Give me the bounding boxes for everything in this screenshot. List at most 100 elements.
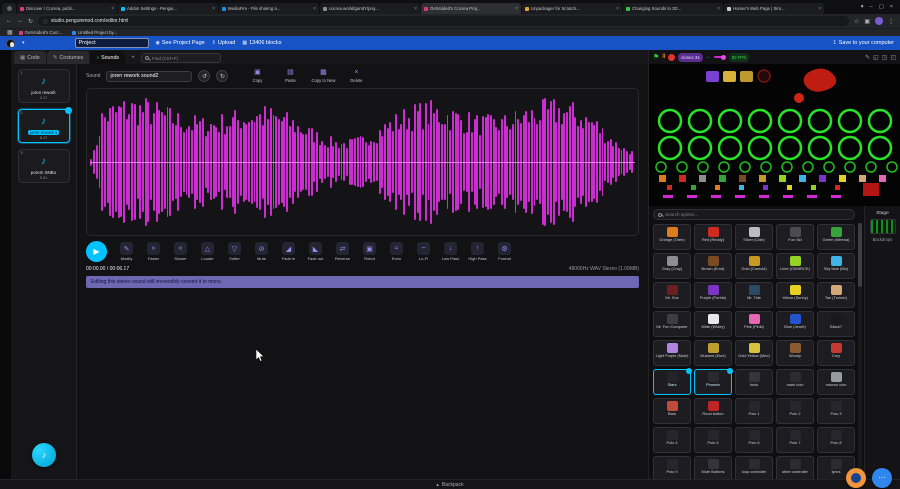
browser-tab[interactable]: Addon Settings - Pengui... ×	[118, 3, 218, 14]
browser-tab[interactable]: Homer's Web Page | Sim... ×	[724, 3, 824, 14]
effect-button[interactable]: ⊘ Mute	[249, 242, 274, 261]
sprite-tile[interactable]: Polo 7	[776, 427, 814, 453]
tab-close-icon[interactable]: ×	[313, 6, 316, 12]
pause-icon[interactable]: ‖	[662, 54, 665, 60]
maximize-icon[interactable]: ▢	[879, 4, 884, 10]
effect-button[interactable]: ▣ Robot	[357, 242, 382, 261]
stage-selector[interactable]: Stage Backdrops	[864, 206, 900, 479]
stage-canvas[interactable]	[649, 64, 900, 206]
sprite-tile[interactable]: Light Purple (Mule)	[653, 340, 691, 366]
effect-button[interactable]: ⚙ Format	[492, 242, 517, 261]
sprite-tile[interactable]: Woody	[776, 340, 814, 366]
sprite-tile[interactable]: Wide (Widey)	[694, 311, 732, 337]
sprite-tile[interactable]: Polo 6	[735, 427, 773, 453]
sprite-tile[interactable]: misono icon	[817, 369, 855, 395]
effect-button[interactable]: ◣ Fade out	[303, 242, 328, 261]
sprite-tile[interactable]: Bars	[653, 398, 691, 424]
effect-button[interactable]: « Slower	[168, 242, 193, 261]
tab-close-icon[interactable]: ×	[212, 6, 215, 12]
sprite-tile[interactable]: Mr. Fun Computer	[653, 311, 691, 337]
sprite-tile[interactable]: Orange (Oren)	[653, 224, 691, 250]
backpack-bar[interactable]: ▴ Backpack	[0, 479, 900, 489]
redo-button[interactable]: ↻	[216, 70, 229, 82]
sprite-tile[interactable]: other controller	[776, 456, 814, 479]
sprite-tile[interactable]: Polo 9	[653, 456, 691, 479]
sprite-tile[interactable]: Mr. Tide	[735, 282, 773, 308]
upload-button[interactable]: ↥ Upload	[212, 40, 236, 46]
sprite-tile[interactable]: Mute Buttons	[694, 456, 732, 479]
large-stage-icon[interactable]: ◳	[882, 54, 888, 61]
sprite-tile[interactable]: Polo 3	[817, 398, 855, 424]
effect-button[interactable]: ▽ Softer	[222, 242, 247, 261]
sprite-tile[interactable]: Mr. Sus	[653, 282, 691, 308]
waveform-display[interactable]	[86, 88, 639, 236]
sprite-tile[interactable]: Tan (Tunner)	[817, 282, 855, 308]
browser-tab[interactable]: Changing Sounds to 3D... ×	[623, 3, 723, 14]
sprite-tile[interactable]: Red (Reddy)	[694, 224, 732, 250]
effect-button[interactable]: ◢ Fade in	[276, 242, 301, 261]
chevron-down-icon[interactable]: ▾	[22, 40, 25, 46]
speed-left-icon[interactable]: ←	[706, 54, 711, 60]
sound-name-input[interactable]	[106, 70, 193, 82]
sprite-tile[interactable]: Stars	[653, 368, 692, 395]
effect-button[interactable]: △ Louder	[195, 242, 220, 261]
sprite-tile[interactable]: Black?	[817, 311, 855, 337]
sprite-tile[interactable]: Purple (Purble)	[694, 282, 732, 308]
play-sound-button[interactable]: ▶	[86, 241, 107, 262]
site-info-icon[interactable]: ⓘ	[43, 18, 48, 25]
undo-button[interactable]: ↺	[198, 70, 211, 82]
sprite-tile[interactable]: tools	[735, 369, 773, 395]
sprite-tile[interactable]: Polo 5	[694, 427, 732, 453]
sprite-tile[interactable]: Mustard (Murt)	[694, 340, 732, 366]
sprite-tile[interactable]: Polo 2	[776, 398, 814, 424]
bookmark-item[interactable]: Untitled Project by...	[72, 30, 117, 35]
back-icon[interactable]: ←	[6, 18, 12, 24]
tab-close-icon[interactable]: ×	[818, 6, 821, 12]
find-input[interactable]: Find (Ctrl+F)	[141, 53, 222, 63]
fullscreen-icon[interactable]: ◰	[890, 54, 896, 61]
tab-sounds[interactable]: ♪ Sounds	[90, 51, 126, 64]
green-flag-icon[interactable]: ⚑	[653, 53, 659, 61]
sound-action-button[interactable]: ▦ Copy to New	[308, 69, 338, 83]
sprite-tile[interactable]: Polo 1	[735, 398, 773, 424]
sprite-tile[interactable]: loop controller	[735, 456, 773, 479]
sprite-tile[interactable]: Yellow (Sunny)	[776, 282, 814, 308]
small-stage-icon[interactable]: ◱	[873, 54, 879, 61]
browser-tab[interactable]: GetVoided's Cocrea Proj... ×	[421, 3, 521, 14]
sprite-tile[interactable]: Gold Yellow (Miro)	[735, 340, 773, 366]
sprite-search-input[interactable]: Search sprites...	[653, 209, 855, 220]
save-to-computer-button[interactable]: ↧ Save to your computer	[832, 40, 894, 46]
sprite-tile[interactable]: Pink (Pinki)	[735, 311, 773, 337]
sprite-tile[interactable]: Brown (Erod)	[694, 253, 732, 279]
sound-action-button[interactable]: ▤ Paste	[275, 69, 305, 83]
scrollbar-thumb[interactable]	[858, 223, 862, 287]
sprite-tile[interactable]: Polo 8	[817, 427, 855, 453]
bookmark-star-icon[interactable]: ☆	[854, 18, 859, 25]
effect-button[interactable]: ✎ Modify	[114, 242, 139, 261]
tab-code[interactable]: ▦ Code	[14, 51, 46, 64]
sprite-tile[interactable]: Cory	[817, 340, 855, 366]
browser-tab[interactable]: MediaFire - File sharing a... ×	[219, 3, 319, 14]
project-name-input[interactable]	[74, 38, 149, 48]
browser-tab[interactable]: Unpackager for Scratch... ×	[522, 3, 622, 14]
tab-close-icon[interactable]: ×	[515, 6, 518, 12]
backdrop-thumbnail[interactable]	[869, 219, 896, 234]
browser-tab[interactable]: Discover / Cocrea, publi... ×	[17, 3, 117, 14]
penguinmod-logo-icon[interactable]	[6, 38, 15, 48]
sprite-tile[interactable]: Gray (Cray)	[653, 253, 691, 279]
paint-icon[interactable]: ✎	[865, 54, 870, 61]
speed-slider[interactable]	[713, 54, 726, 60]
effect-button[interactable]: ~ Lo-Fi	[411, 242, 436, 261]
stop-icon[interactable]	[668, 53, 676, 61]
forward-icon[interactable]: →	[17, 18, 23, 24]
tab-close-icon[interactable]: ×	[111, 6, 114, 12]
effect-button[interactable]: ≈ Echo	[384, 242, 409, 261]
sound-list-item[interactable]: 2 ♪ joren rework s 6.17	[17, 107, 72, 143]
close-icon[interactable]: ×	[890, 4, 893, 10]
chat-widget-button[interactable]: ⋯	[872, 468, 892, 488]
url-bar[interactable]: ⓘ studio.penguinmod.com/editor.html	[38, 16, 849, 26]
browser-tab[interactable]: cocrea.world/gandY/proj... ×	[320, 3, 420, 14]
reload-icon[interactable]: ↻	[28, 18, 33, 25]
sound-list-item[interactable]: 1 ♪ joren rework 4.17	[17, 69, 70, 103]
extensions-icon[interactable]: ▣	[864, 18, 870, 25]
